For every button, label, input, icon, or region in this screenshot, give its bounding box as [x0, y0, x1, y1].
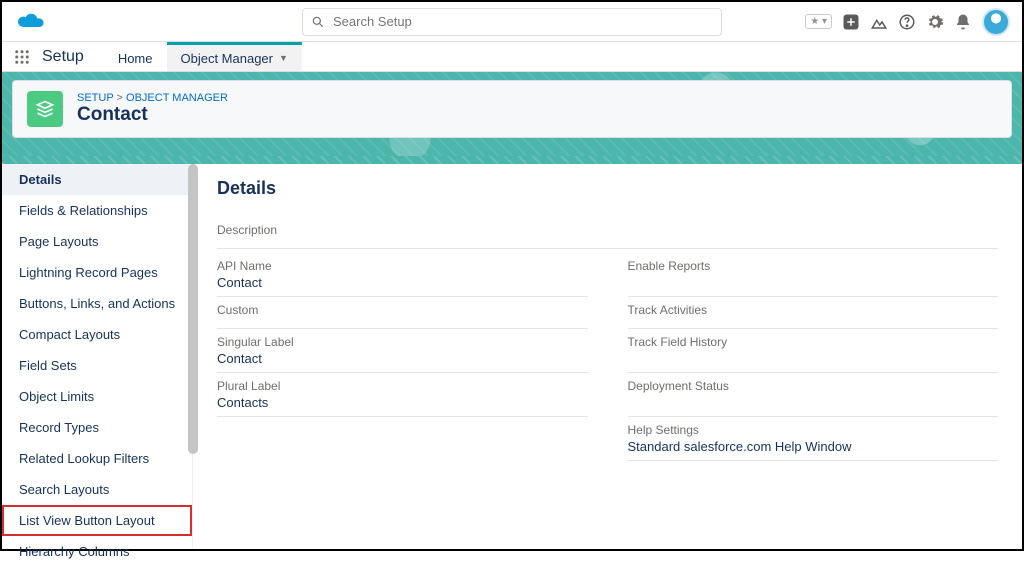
sidebar-item-list-view-button-layout[interactable]: List View Button Layout	[2, 505, 192, 536]
sidebar-item-fields[interactable]: Fields & Relationships	[2, 195, 192, 226]
sidebar: Details Fields & Relationships Page Layo…	[2, 164, 192, 549]
row-plural-label: Plural Label Contacts	[217, 373, 588, 417]
details-panel: Details Description API Name Contact Ena…	[192, 164, 1022, 549]
trailhead-icon[interactable]	[870, 13, 888, 31]
help-icon[interactable]	[898, 13, 916, 31]
sidebar-scrollbar[interactable]	[188, 164, 198, 454]
sidebar-item-search-layouts[interactable]: Search Layouts	[2, 474, 192, 505]
row-enable-reports: Enable Reports	[628, 253, 999, 297]
label-singular-label: Singular Label	[217, 335, 588, 349]
value-plural-label: Contacts	[217, 395, 588, 410]
header-actions: ★ ▾	[805, 8, 1010, 36]
label-enable-reports: Enable Reports	[628, 259, 999, 273]
chevron-down-icon: ▼	[279, 53, 288, 63]
search-icon	[311, 15, 325, 29]
row-empty-left	[217, 417, 588, 461]
breadcrumb-object-manager[interactable]: OBJECT MANAGER	[126, 92, 228, 104]
row-description: Description	[217, 217, 998, 249]
page-header-band-lower	[2, 156, 1022, 164]
app-name: Setup	[42, 42, 104, 71]
label-track-field-history: Track Field History	[628, 335, 999, 349]
row-custom: Custom	[217, 297, 588, 329]
label-custom: Custom	[217, 303, 588, 317]
sidebar-item-page-layouts[interactable]: Page Layouts	[2, 226, 192, 257]
row-help-settings: Help Settings Standard salesforce.com He…	[628, 417, 999, 461]
favorites-button[interactable]: ★ ▾	[805, 14, 832, 29]
row-singular-label: Singular Label Contact	[217, 329, 588, 373]
app-nav: Setup Home Object Manager ▼	[2, 42, 1022, 72]
object-icon	[27, 91, 63, 127]
gear-icon[interactable]	[926, 13, 944, 31]
content-heading: Details	[217, 178, 998, 199]
label-track-activities: Track Activities	[628, 303, 999, 317]
add-icon[interactable]	[842, 13, 860, 31]
notifications-icon[interactable]	[954, 13, 972, 31]
sidebar-item-record-types[interactable]: Record Types	[2, 412, 192, 443]
value-help-settings: Standard salesforce.com Help Window	[628, 439, 999, 454]
row-track-field-history: Track Field History	[628, 329, 999, 373]
sidebar-item-compact-layouts[interactable]: Compact Layouts	[2, 319, 192, 350]
nav-tab-object-manager[interactable]: Object Manager ▼	[167, 42, 302, 71]
avatar[interactable]	[982, 8, 1010, 36]
value-singular-label: Contact	[217, 351, 588, 366]
label-deployment-status: Deployment Status	[628, 379, 999, 393]
sidebar-item-hierarchy-columns[interactable]: Hierarchy Columns	[2, 536, 192, 567]
row-api-name: API Name Contact	[217, 253, 588, 297]
search-input[interactable]	[333, 14, 713, 29]
breadcrumb-setup[interactable]: SETUP	[77, 92, 113, 104]
details-grid: API Name Contact Enable Reports Custom T…	[217, 253, 998, 461]
sidebar-item-related-lookup-filters[interactable]: Related Lookup Filters	[2, 443, 192, 474]
nav-tab-label: Home	[118, 51, 153, 66]
sidebar-item-object-limits[interactable]: Object Limits	[2, 381, 192, 412]
row-track-activities: Track Activities	[628, 297, 999, 329]
page-header-card: SETUP > OBJECT MANAGER Contact	[12, 80, 1012, 138]
page-title: Contact	[77, 104, 228, 126]
page-header-band: SETUP > OBJECT MANAGER Contact	[2, 72, 1022, 156]
value-api-name: Contact	[217, 275, 588, 290]
sidebar-item-buttons-links-actions[interactable]: Buttons, Links, and Actions	[2, 288, 192, 319]
nav-tab-label: Object Manager	[181, 51, 274, 66]
sidebar-item-lightning-pages[interactable]: Lightning Record Pages	[2, 257, 192, 288]
row-deployment-status: Deployment Status	[628, 373, 999, 417]
main: Details Fields & Relationships Page Layo…	[2, 164, 1022, 549]
label-help-settings: Help Settings	[628, 423, 999, 437]
global-search[interactable]	[302, 8, 722, 36]
breadcrumb-sep: >	[117, 92, 126, 104]
label-api-name: API Name	[217, 259, 588, 273]
breadcrumb: SETUP > OBJECT MANAGER	[77, 92, 228, 104]
salesforce-cloud-icon[interactable]	[14, 11, 46, 33]
app-launcher-icon[interactable]	[2, 42, 42, 71]
nav-tab-home[interactable]: Home	[104, 42, 167, 71]
label-plural-label: Plural Label	[217, 379, 588, 393]
global-header: ★ ▾	[2, 2, 1022, 42]
label-description: Description	[217, 223, 998, 237]
sidebar-item-details[interactable]: Details	[2, 164, 192, 195]
sidebar-item-field-sets[interactable]: Field Sets	[2, 350, 192, 381]
